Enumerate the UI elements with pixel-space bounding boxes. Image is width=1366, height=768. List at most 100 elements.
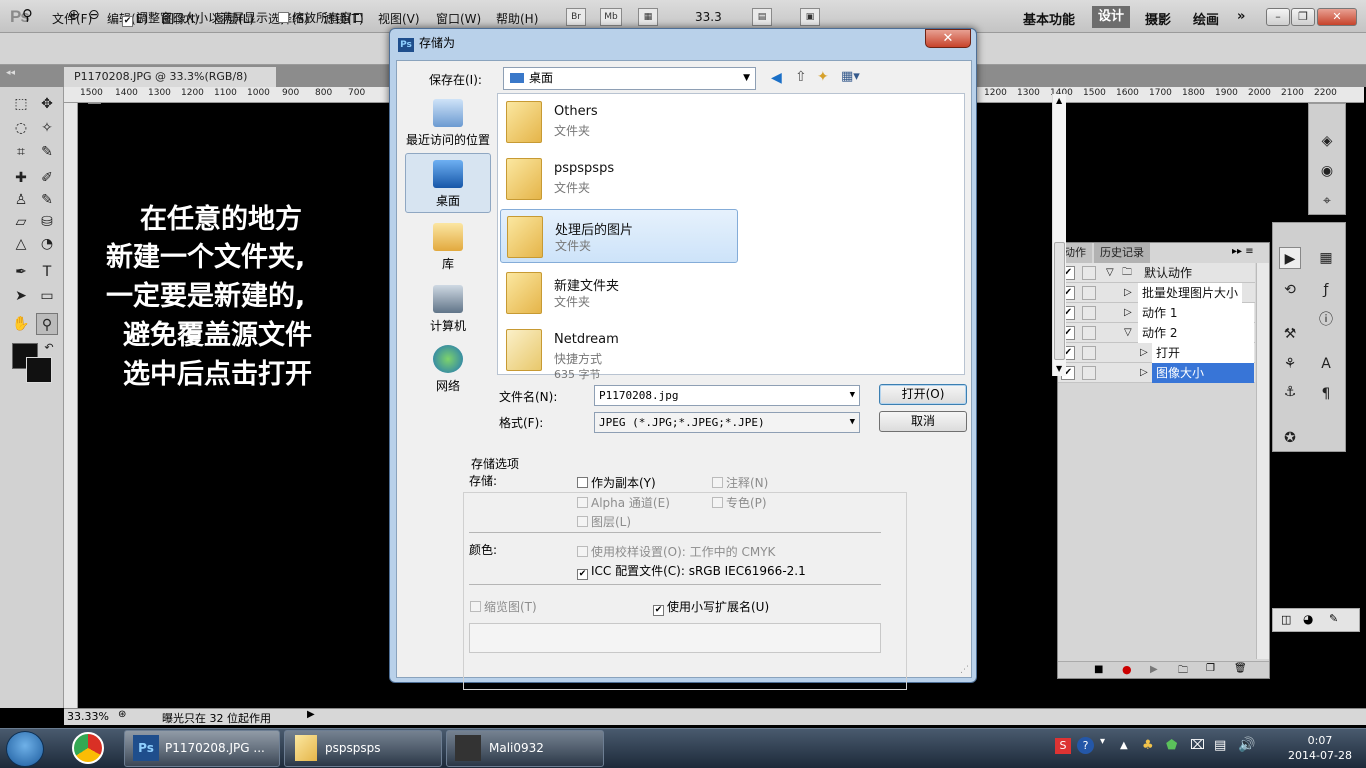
color-icon[interactable]: ✪ [1279,427,1301,449]
alpha-channels-checkbox[interactable]: Alpha 通道(E) [577,494,670,511]
workspace-photography[interactable]: 摄影 [1145,9,1171,28]
volume-icon[interactable]: 🔊 [1238,737,1255,753]
minimize-icon[interactable]: – [1266,8,1290,26]
delete-icon[interactable]: 🗑 [1234,663,1247,674]
menu-window[interactable]: 窗口(W) [436,10,481,27]
place-recent[interactable]: 最近访问的位置 [405,99,491,148]
blur-tool-icon[interactable]: △ [10,233,32,255]
input-method-icon[interactable]: S [1055,738,1071,754]
list-item[interactable]: ✔ ▽ 🗀 默认动作 [1058,263,1255,283]
dodge-tool-icon[interactable]: ◔ [36,233,58,255]
workspace-painting[interactable]: 绘画 [1193,9,1219,28]
menu-view[interactable]: 视图(V) [378,10,420,27]
channels-icon[interactable]: ◉ [1316,160,1338,182]
clone-stamp-icon[interactable]: ♙ [10,189,32,211]
cancel-button[interactable]: 取消 [879,411,967,432]
help-icon[interactable]: ? [1077,737,1094,754]
pen-tool-icon[interactable]: ✒ [10,261,32,283]
menu-help[interactable]: 帮助(H) [496,10,538,27]
taskbar-folder[interactable]: pspspsps [284,730,442,767]
brush-presets-icon[interactable]: ⚒ [1279,323,1301,345]
history-brush-icon[interactable]: ✎ [36,189,58,211]
healing-brush-icon[interactable]: ✚ [10,167,32,189]
new-action-icon[interactable]: ❐ [1206,663,1215,674]
workspace-more[interactable]: » [1237,9,1245,24]
history-panel-icon[interactable]: ⟲ [1279,279,1301,301]
brush-tool-icon[interactable]: ✐ [36,167,58,189]
background-color-swatch[interactable] [26,357,52,383]
zoom-tool-icon[interactable]: ⚲ [36,313,58,335]
layers-checkbox[interactable]: 图层(L) [577,513,631,530]
list-item[interactable]: Others 文件夹 [500,95,738,149]
as-copy-checkbox[interactable]: 作为副本(Y) [577,474,656,491]
resize-window-checkbox[interactable]: ✔ 调整窗口大小以满屏显示 [122,9,268,27]
list-item-selected[interactable]: ✔ ▷ 图像大小 [1058,363,1255,383]
play-icon[interactable]: ▶ [1150,664,1158,675]
info-icon[interactable]: ⓘ [1315,309,1337,331]
brush-icon[interactable]: ✎ [1329,612,1338,625]
resize-grip-icon[interactable]: ⋰ [960,665,969,675]
actions-panel-icon[interactable]: ▶ [1279,247,1301,269]
thumbnail-checkbox[interactable]: 缩览图(T) [470,598,537,615]
marquee-tool-icon[interactable]: ⬚ [10,93,32,115]
system-clock[interactable]: 0:07 2014-07-28 [1285,733,1355,763]
workspace-essentials[interactable]: 基本功能 [1023,9,1075,28]
use-proof-checkbox[interactable]: 使用校样设置(O): 工作中的 CMYK [577,543,775,560]
character-icon[interactable]: A [1315,353,1337,375]
scroll-thumb[interactable] [1054,242,1065,360]
save-in-dropdown[interactable]: 桌面 ▼ [503,67,756,90]
tab-history[interactable]: 历史记录 [1094,243,1150,263]
arrange-documents-icon[interactable]: ▤ [752,8,772,26]
screen-mode-icon[interactable]: ▣ [800,8,820,26]
usb-icon[interactable]: ⌧ [1190,738,1205,753]
zoom-all-windows-checkbox[interactable]: 缩放所有窗口 [278,9,364,26]
taskbar-photoshop[interactable]: Ps P1170208.JPG ... [124,730,280,767]
taskbar-image[interactable]: Mali0932 [446,730,604,767]
status-menu-arrow-icon[interactable]: ▶ [307,709,315,720]
spot-colors-checkbox[interactable]: 专色(P) [712,494,767,511]
navigator-icon[interactable]: ◕ [1303,612,1313,626]
zoom-out-icon[interactable]: ⊖ [88,7,100,23]
file-list-scrollbar[interactable]: ▲ ▼ [1052,94,1066,376]
place-network[interactable]: 网络 [405,345,491,394]
up-folder-icon[interactable]: ⇧ [795,69,807,85]
back-icon[interactable]: ◀ [771,70,782,86]
list-item[interactable]: Netdream 快捷方式 635 字节 [500,323,738,381]
place-desktop[interactable]: 桌面 [405,153,491,213]
zoom-in-icon[interactable]: ⊕ [68,7,80,23]
format-dropdown[interactable]: JPEG (*.JPG;*.JPEG;*.JPE) ▼ [594,412,860,433]
hand-tool-icon[interactable]: ✋ [10,313,32,335]
layers-icon[interactable]: ◈ [1316,130,1338,152]
filename-field[interactable]: P1170208.jpg ▼ [594,385,860,406]
list-item[interactable]: 新建文件夹 文件夹 [500,266,738,320]
path-selection-icon[interactable]: ➤ [10,285,32,307]
place-computer[interactable]: 计算机 [405,285,491,334]
new-set-icon[interactable]: 🗀 [1178,663,1188,680]
document-tab[interactable]: P1170208.JPG @ 33.3%(RGB/8) *✕ [64,67,276,104]
extras-icon[interactable]: ▦ [638,8,658,26]
ime-options-icon[interactable]: ▾ [1100,736,1105,747]
restore-icon[interactable]: ❐ [1291,8,1315,26]
paint-bucket-icon[interactable]: ⛁ [36,211,58,233]
open-button[interactable]: 打开(O) [879,384,967,405]
record-icon[interactable]: ● [1122,663,1132,676]
place-libraries[interactable]: 库 [405,223,491,272]
start-button[interactable] [6,731,44,767]
paths-icon[interactable]: ⌖ [1316,190,1338,212]
show-hidden-icons[interactable]: ▲ [1120,740,1128,751]
list-item[interactable]: ✔ ▷ 动作 1 [1058,303,1255,323]
lowercase-extension-checkbox[interactable]: ✔ 使用小写扩展名(U) [653,598,769,616]
magic-wand-icon[interactable]: ✧ [36,117,58,139]
list-item[interactable]: ✔ ▽ 动作 2 [1058,323,1255,343]
zoom-tool-icon[interactable]: ⚲ [22,6,33,24]
close-dialog-icon[interactable]: ✕ [925,29,971,48]
actions-scrollbar[interactable] [1256,263,1269,659]
list-item[interactable]: ✔ ▷ 批量处理图片大小 [1058,283,1255,303]
panel-menu-icon[interactable]: ▸▸ ≡ [1232,246,1254,257]
security-icon[interactable]: ⬟ [1166,738,1177,753]
crop-tool-icon[interactable]: ⌗ [10,141,32,163]
scroll-up-icon[interactable]: ▲ [1056,96,1062,105]
icc-profile-checkbox[interactable]: ✔ ICC 配置文件(C): sRGB IEC61966-2.1 [577,562,806,580]
new-folder-icon[interactable]: ✦ [817,69,829,85]
annotations-checkbox[interactable]: 注释(N) [712,474,768,491]
